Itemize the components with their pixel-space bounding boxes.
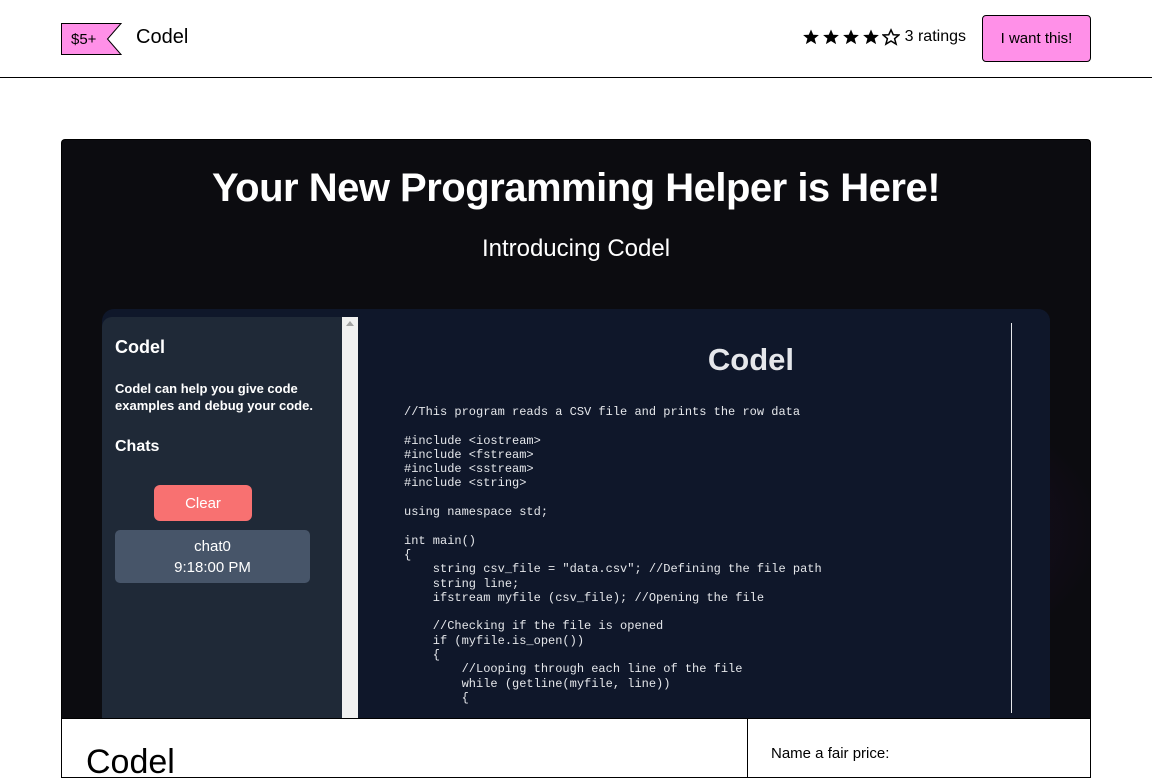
purchase-panel: Name a fair price: [747,718,1091,778]
product-details-panel: Codel [61,718,748,781]
price-tag-arrow-icon [104,23,123,55]
star-filled-icon [802,29,819,45]
hero-title: Your New Programming Helper is Here! [211,166,941,210]
product-title: Codel [86,743,175,781]
price-label: $5+ [61,23,105,55]
chat-time: 9:18:00 PM [174,558,251,576]
sidebar-description: Codel can help you give code examples an… [115,381,313,413]
sidebar-scrollbar [342,317,358,719]
clear-button: Clear [154,485,252,521]
app-screenshot: Codel Codel can help you give code examp… [102,309,1050,719]
star-filled-icon [842,29,859,45]
want-this-button[interactable]: I want this! [982,15,1091,62]
ratings-count: 3 ratings [904,28,966,45]
hero-subtitle: Introducing Codel [481,235,671,262]
star-filled-icon [822,29,839,45]
app-sidebar: Codel Codel can help you give code examp… [102,317,342,719]
chat-name: chat0 [194,537,231,555]
scroll-up-arrow-icon [346,321,354,326]
star-outline-icon [881,28,900,46]
chats-heading: Chats [115,438,160,455]
app-main-panel: Codel //This program reads a CSV file an… [358,309,1050,719]
header-product-name: Codel [136,26,189,48]
sidebar-title: Codel [115,337,166,357]
main-panel-border [1011,323,1012,713]
price-tag: $5+ [61,23,123,55]
chat-list-item: chat0 9:18:00 PM [115,530,310,583]
main-panel-title: Codel [707,342,794,377]
top-header: $5+ Codel 3 ratings I want this! [0,0,1152,78]
fair-price-label: Name a fair price: [771,745,890,762]
star-filled-icon [862,29,879,45]
code-block: //This program reads a CSV file and prin… [404,405,822,705]
ratings-summary[interactable]: 3 ratings [802,28,966,46]
product-cover: Your New Programming Helper is Here! Int… [61,139,1091,719]
